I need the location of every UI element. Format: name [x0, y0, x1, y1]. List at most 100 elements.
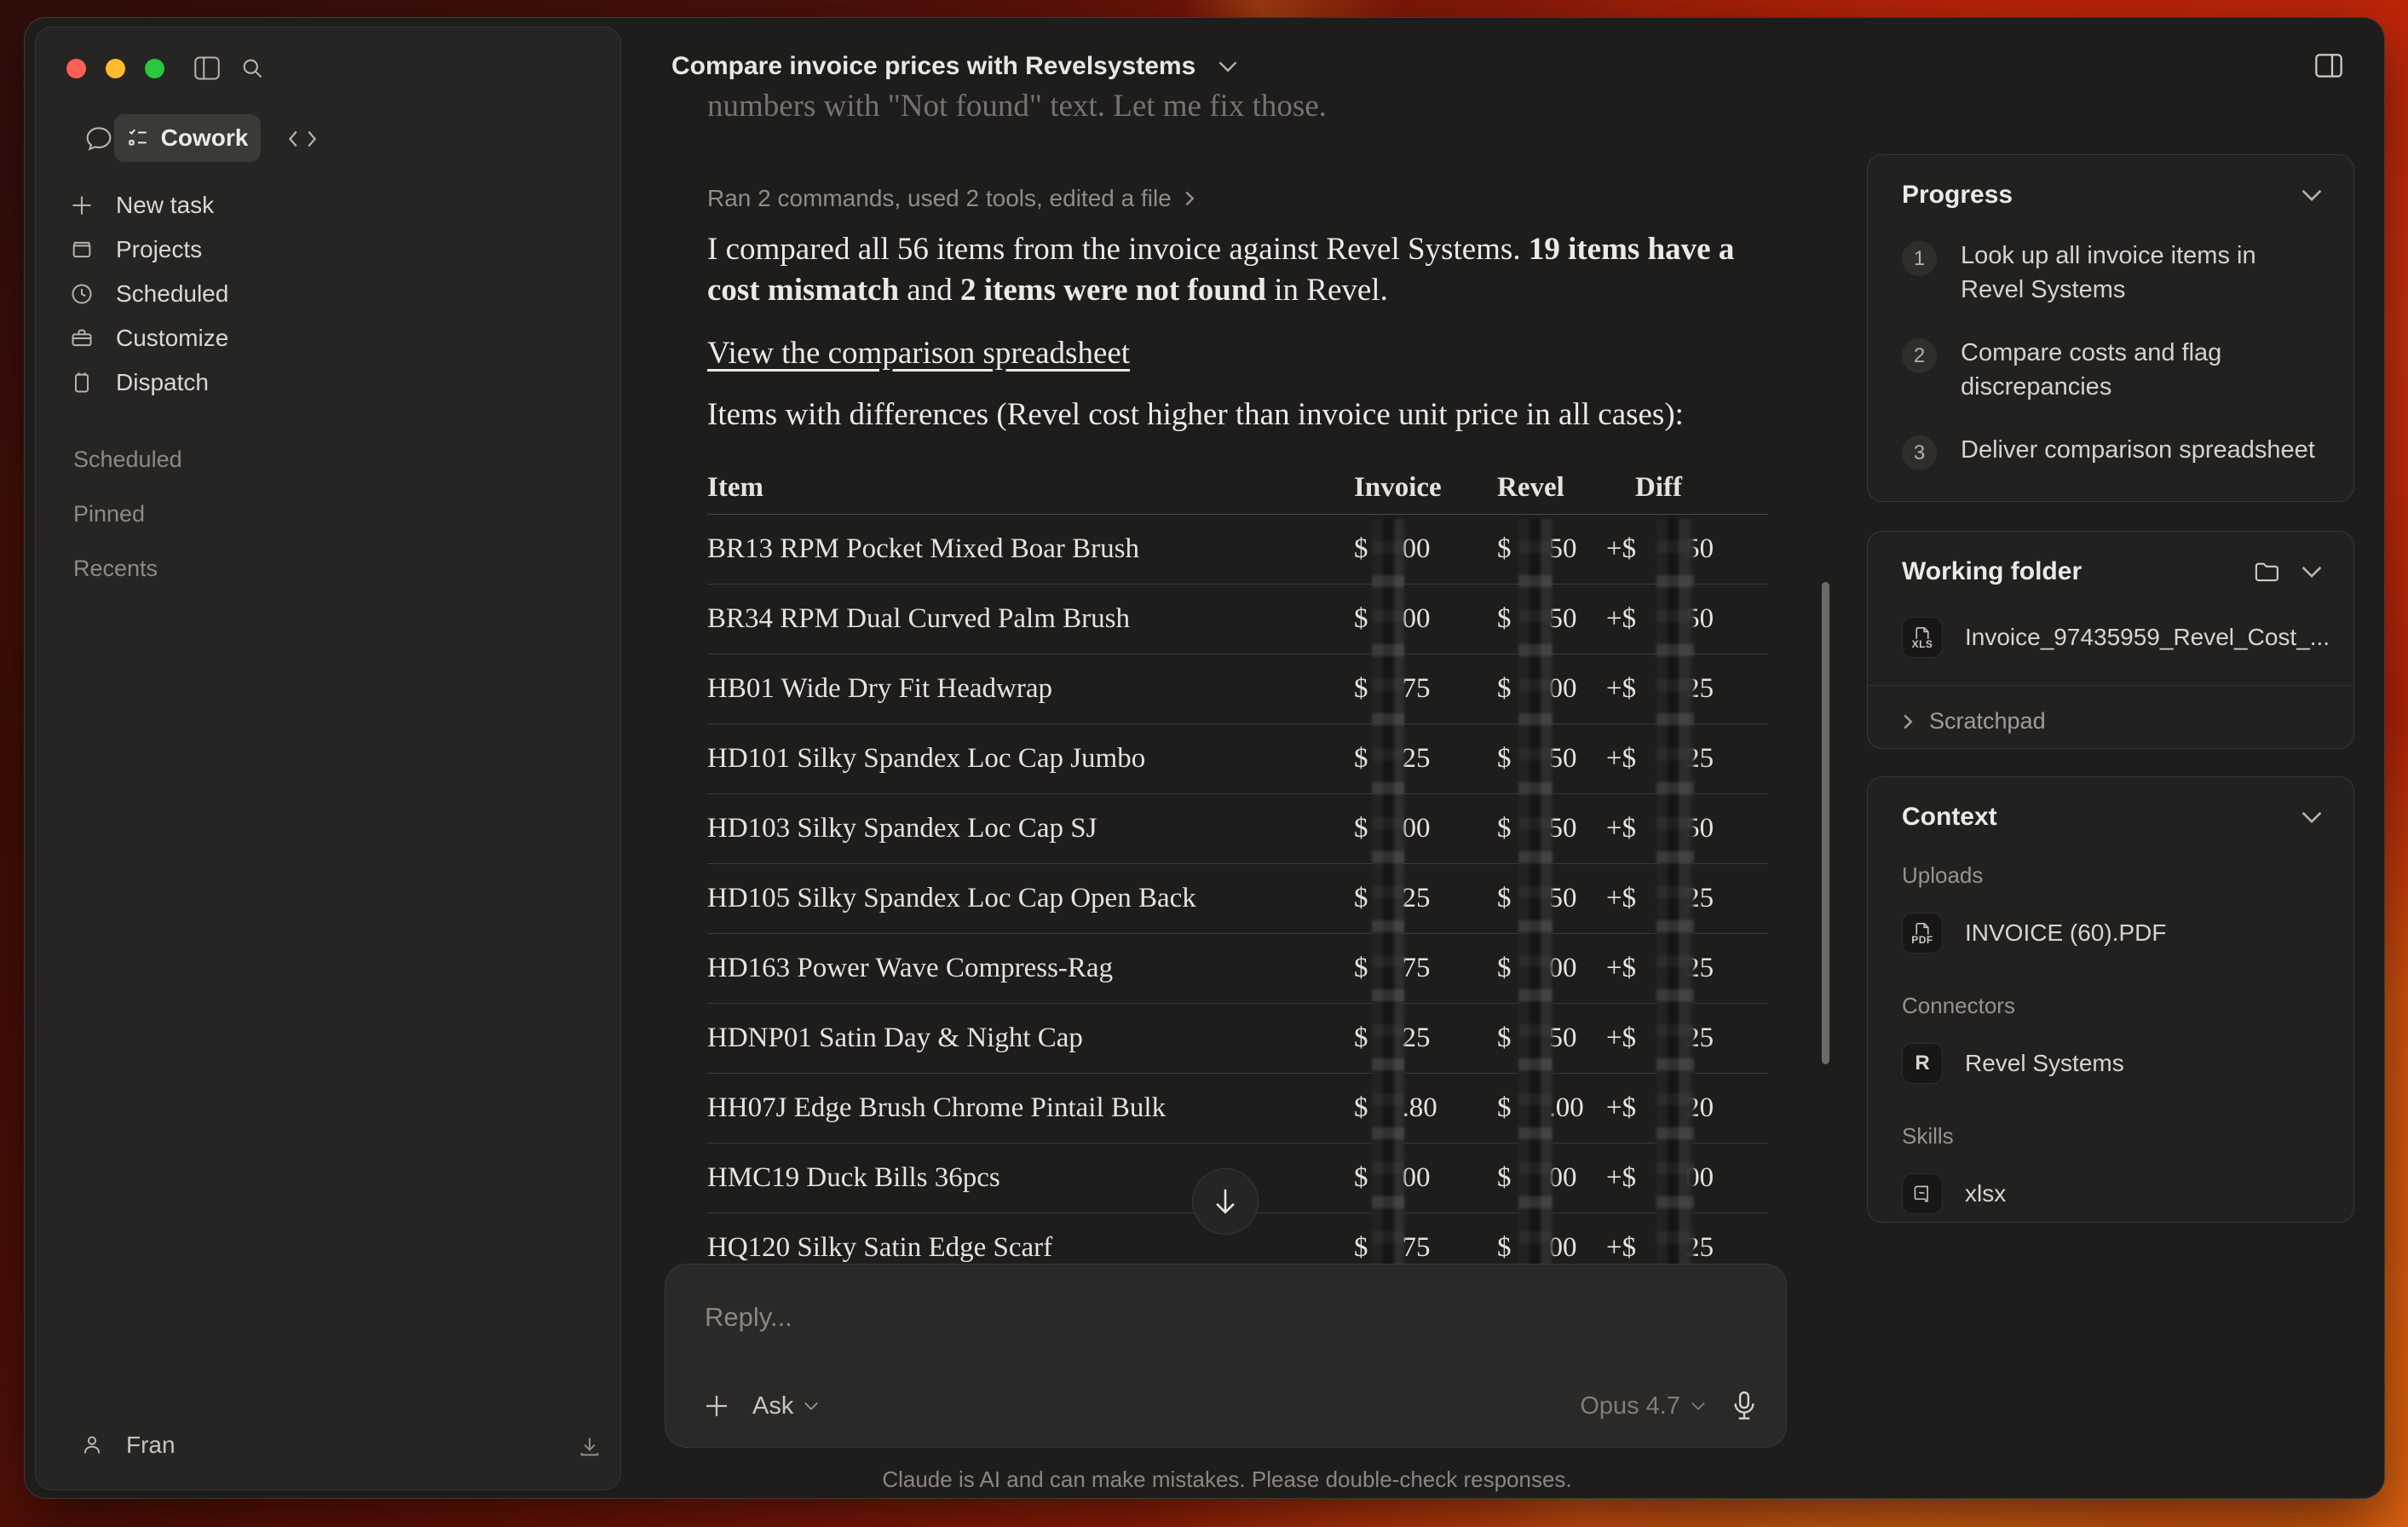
tool-run-summary-text: Ran 2 commands, used 2 tools, edited a f… — [707, 185, 1172, 212]
step-text: Compare costs and flag discrepancies — [1961, 336, 2323, 404]
spreadsheet-link[interactable]: View the comparison spreadsheet — [707, 335, 1130, 372]
scratchpad-label: Scratchpad — [1929, 708, 2046, 735]
skills-label: Skills — [1868, 1123, 2353, 1150]
search-icon[interactable] — [240, 56, 264, 80]
cell-item: HMC19 Duck Bills 36pcs — [707, 1162, 1354, 1194]
reply-composer[interactable]: Reply... Ask Opus 4.7 — [665, 1264, 1787, 1448]
projects-icon — [70, 238, 94, 262]
table-row: BR34 RPM Dual Curved Palm Brush $00 $50 … — [707, 585, 1768, 654]
scrollbar-thumb[interactable] — [1822, 582, 1829, 1064]
progress-title: Progress — [1902, 181, 2013, 210]
working-folder-card: Working folder XLS Invoice_97435959_Reve… — [1867, 531, 2354, 749]
progress-card: Progress 1 Look up all invoice items in … — [1867, 154, 2354, 502]
uploads-label: Uploads — [1868, 862, 2353, 889]
step-number: 3 — [1902, 435, 1937, 470]
ask-mode-label: Ask — [752, 1392, 793, 1420]
plus-icon — [70, 193, 94, 217]
sidebar-item-scheduled[interactable]: Scheduled — [70, 274, 228, 314]
scratchpad-row[interactable]: Scratchpad — [1868, 708, 2353, 735]
xls-file-icon: XLS — [1902, 617, 1943, 658]
model-name: Opus 4.7 — [1580, 1392, 1680, 1420]
connectors-label: Connectors — [1868, 993, 2353, 1019]
window-close-button[interactable] — [66, 59, 86, 78]
table-row: HD105 Silky Spandex Loc Cap Open Back $2… — [707, 864, 1768, 934]
cell-item: HH07J Edge Brush Chrome Pintail Bulk — [707, 1092, 1354, 1124]
scroll-to-bottom-button[interactable] — [1192, 1168, 1259, 1235]
tool-run-summary[interactable]: Ran 2 commands, used 2 tools, edited a f… — [707, 185, 1195, 212]
table-row: HD163 Power Wave Compress-Rag $75 $00 +$… — [707, 934, 1768, 1004]
file-name: Invoice_97435959_Revel_Cost_... — [1965, 624, 2330, 651]
progress-step: 3 Deliver comparison spreadsheet — [1868, 433, 2353, 470]
sidebar-section-recents[interactable]: Recents — [73, 556, 158, 582]
pdf-file-icon: PDF — [1902, 913, 1943, 954]
step-text: Deliver comparison spreadsheet — [1961, 433, 2315, 470]
sidebar-item-dispatch[interactable]: Dispatch — [70, 363, 209, 402]
sidebar-section-scheduled[interactable]: Scheduled — [73, 447, 182, 473]
download-icon[interactable] — [578, 1435, 602, 1459]
upload-file-name: INVOICE (60).PDF — [1965, 919, 2166, 947]
window-minimize-button[interactable] — [106, 59, 125, 78]
clock-icon — [70, 282, 94, 306]
col-header-diff: Diff — [1606, 472, 1768, 504]
cell-item: BR34 RPM Dual Curved Palm Brush — [707, 603, 1354, 635]
ask-mode-dropdown[interactable]: Ask — [752, 1392, 819, 1420]
col-header-invoice: Invoice — [1354, 472, 1497, 504]
arrow-down-icon — [1213, 1187, 1238, 1216]
context-title: Context — [1902, 803, 1997, 832]
window-zoom-button[interactable] — [145, 59, 164, 78]
chevron-down-icon — [1691, 1401, 1706, 1411]
sidebar-item-label: Scheduled — [116, 280, 228, 308]
chevron-down-icon[interactable] — [2301, 565, 2323, 579]
table-row: HB01 Wide Dry Fit Headwrap $75 $00 +$25 — [707, 654, 1768, 724]
conversation-title: Compare invoice prices with Revelsystems — [671, 52, 1195, 81]
working-folder-file[interactable]: XLS Invoice_97435959_Revel_Cost_... — [1868, 617, 2353, 658]
table-row: HD103 Silky Spandex Loc Cap SJ $00 $50 +… — [707, 794, 1768, 864]
cell-item: HQ120 Silky Satin Edge Scarf — [707, 1232, 1354, 1264]
chevron-down-icon[interactable] — [2301, 810, 2323, 824]
user-account-row[interactable]: Fran — [80, 1432, 176, 1459]
chats-icon[interactable] — [85, 126, 112, 152]
redaction-band — [1518, 519, 1553, 1277]
upload-file-row[interactable]: PDF INVOICE (60).PDF — [1868, 913, 2353, 954]
right-panel-toggle-icon[interactable] — [2315, 54, 2342, 78]
table-intro-text: Items with differences (Revel cost highe… — [707, 396, 1772, 433]
table-row: HH07J Edge Brush Chrome Pintail Bulk $.8… — [707, 1074, 1768, 1144]
cell-item: HDNP01 Satin Day & Night Cap — [707, 1023, 1354, 1054]
cell-item: HD101 Silky Spandex Loc Cap Jumbo — [707, 743, 1354, 775]
step-text: Look up all invoice items in Revel Syste… — [1961, 239, 2323, 307]
cell-item: BR13 RPM Pocket Mixed Boar Brush — [707, 533, 1354, 565]
user-name: Fran — [126, 1432, 176, 1459]
ai-disclaimer: Claude is AI and can make mistakes. Plea… — [665, 1466, 1789, 1493]
sidebar-item-projects[interactable]: Projects — [70, 230, 202, 269]
briefcase-icon — [70, 326, 94, 350]
code-mode-icon[interactable] — [288, 128, 317, 150]
model-selector[interactable]: Opus 4.7 — [1580, 1392, 1706, 1420]
chevron-down-icon — [1218, 60, 1238, 73]
checklist-icon — [127, 128, 149, 148]
redaction-band — [1656, 519, 1694, 1277]
table-row: BR13 RPM Pocket Mixed Boar Brush $00 $50… — [707, 515, 1768, 585]
connector-row[interactable]: R Revel Systems — [1868, 1043, 2353, 1084]
chevron-down-icon — [804, 1401, 819, 1411]
step-number: 1 — [1902, 241, 1937, 276]
working-folder-title: Working folder — [1902, 557, 2082, 586]
context-card: Context Uploads PDF INVOICE (60).PDF Con… — [1867, 776, 2354, 1223]
conversation-title-bar[interactable]: Compare invoice prices with Revelsystems — [671, 52, 1238, 81]
connector-name: Revel Systems — [1965, 1050, 2124, 1077]
chevron-down-icon[interactable] — [2301, 188, 2323, 202]
folder-icon[interactable] — [2255, 561, 2280, 583]
sidebar-toggle-icon[interactable] — [194, 56, 220, 80]
attach-plus-icon[interactable] — [703, 1392, 730, 1420]
app-window: Cowork New task Projects Scheduled Custo… — [24, 17, 2385, 1499]
redaction-band — [1372, 519, 1404, 1277]
microphone-icon[interactable] — [1731, 1391, 1757, 1421]
tab-cowork[interactable]: Cowork — [114, 114, 261, 162]
sidebar-item-new-task[interactable]: New task — [70, 186, 214, 225]
skill-row[interactable]: xlsx — [1868, 1173, 2353, 1214]
progress-step: 2 Compare costs and flag discrepancies — [1868, 336, 2353, 404]
sidebar-item-label: Projects — [116, 236, 202, 263]
cell-item: HB01 Wide Dry Fit Headwrap — [707, 673, 1354, 705]
sidebar-section-pinned[interactable]: Pinned — [73, 501, 145, 527]
sidebar: Cowork New task Projects Scheduled Custo… — [35, 26, 621, 1490]
sidebar-item-customize[interactable]: Customize — [70, 319, 228, 358]
